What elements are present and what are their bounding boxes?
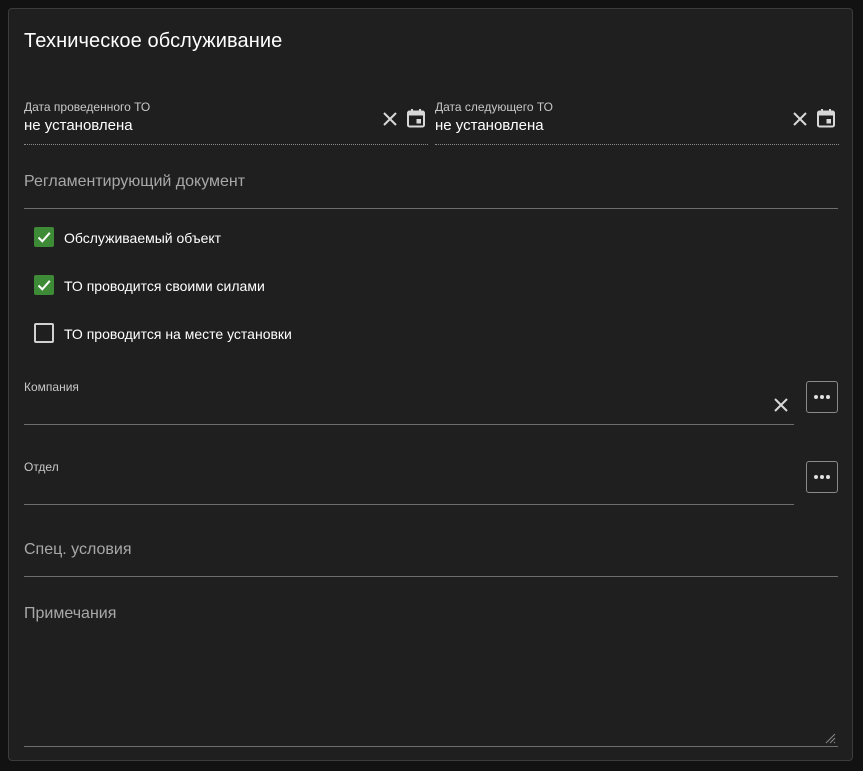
more-horizontal-icon [814, 475, 830, 479]
clear-last-service-date-button[interactable] [378, 107, 402, 131]
on-site-checkbox[interactable] [34, 323, 54, 343]
company-label: Компания [24, 380, 79, 394]
close-icon [793, 112, 807, 126]
department-label: Отдел [24, 460, 59, 474]
close-icon [774, 398, 788, 412]
panel-title: Техническое обслуживание [24, 30, 283, 52]
notes-placeholder: Примечания [24, 605, 117, 622]
clear-next-service-date-button[interactable] [788, 107, 812, 131]
serviced-object-label[interactable]: Обслуживаемый объект [64, 230, 221, 246]
department-select-button[interactable] [806, 461, 838, 493]
special-conditions-underline [24, 576, 838, 577]
checkmark-icon [37, 232, 51, 243]
next-service-date-underline [435, 144, 839, 145]
last-service-date-value: не установлена [24, 117, 133, 134]
on-site-label[interactable]: ТО проводится на месте установки [64, 326, 292, 342]
calendar-icon [817, 109, 835, 128]
last-service-date-underline [24, 144, 428, 145]
next-service-calendar-button[interactable] [814, 106, 838, 130]
own-forces-label[interactable]: ТО проводится своими силами [64, 278, 265, 294]
checkmark-icon [37, 280, 51, 291]
regulating-document-input[interactable]: Регламентирующий документ [24, 167, 838, 209]
department-input[interactable]: Отдел [24, 457, 794, 505]
company-underline [24, 424, 794, 425]
special-conditions-placeholder: Спец. условия [24, 541, 132, 558]
more-horizontal-icon [814, 395, 830, 399]
last-service-calendar-button[interactable] [404, 106, 428, 130]
regulating-document-placeholder: Регламентирующий документ [24, 173, 246, 190]
notes-underline [24, 746, 838, 747]
calendar-icon [407, 109, 425, 128]
company-select-button[interactable] [806, 381, 838, 413]
last-service-date-label: Дата проведенного ТО [24, 100, 151, 114]
next-service-date-field[interactable]: Дата следующего ТО не установлена [435, 97, 839, 145]
clear-company-button[interactable] [769, 393, 793, 417]
maintenance-panel: Техническое обслуживание Дата проведенно… [8, 8, 853, 761]
special-conditions-input[interactable]: Спец. условия [24, 535, 838, 577]
department-underline [24, 504, 794, 505]
notes-textarea[interactable]: Примечания [24, 599, 838, 747]
next-service-date-label: Дата следующего ТО [435, 100, 553, 114]
company-input[interactable]: Компания [24, 377, 794, 425]
own-forces-checkbox[interactable] [34, 275, 54, 295]
next-service-date-value: не установлена [435, 117, 544, 134]
last-service-date-field[interactable]: Дата проведенного ТО не установлена [24, 97, 428, 145]
resize-grip-icon[interactable] [824, 732, 836, 744]
regulating-document-underline [24, 208, 838, 209]
close-icon [383, 112, 397, 126]
serviced-object-checkbox[interactable] [34, 227, 54, 247]
